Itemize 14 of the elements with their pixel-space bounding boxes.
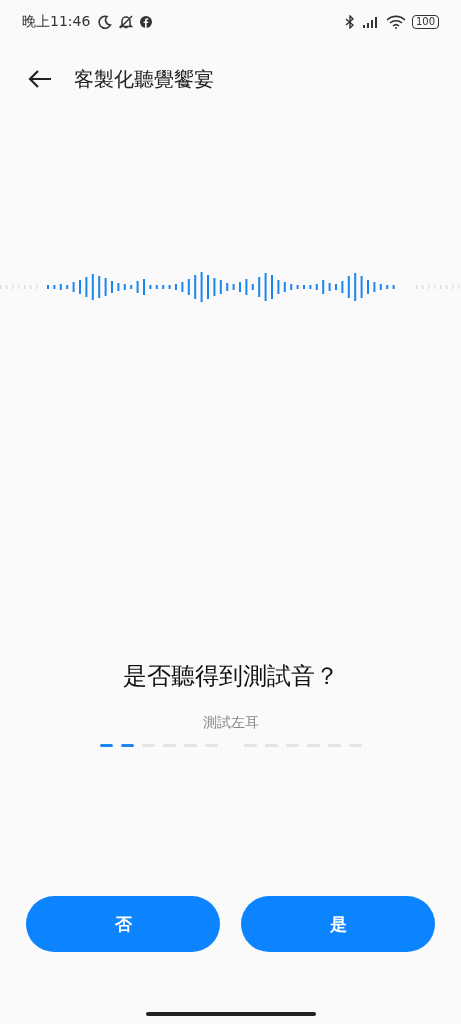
yes-button[interactable]: 是: [241, 896, 435, 952]
moon-icon: [98, 15, 113, 29]
question-text: 是否聽得到測試音？: [121, 661, 340, 692]
wifi-icon: [385, 15, 406, 29]
ear-label: 測試左耳: [201, 714, 260, 732]
no-button[interactable]: 否: [26, 896, 220, 952]
signal-icon: [361, 16, 380, 28]
battery-indicator: 100: [411, 15, 439, 29]
page-title: 客製化聽覺饗宴: [74, 65, 214, 93]
muted-bell-icon: [118, 15, 135, 29]
facebook-icon: [140, 16, 153, 28]
back-arrow-icon[interactable]: [28, 69, 52, 89]
bluetooth-icon: [343, 15, 356, 29]
status-time: 晚上11:46: [22, 13, 91, 31]
